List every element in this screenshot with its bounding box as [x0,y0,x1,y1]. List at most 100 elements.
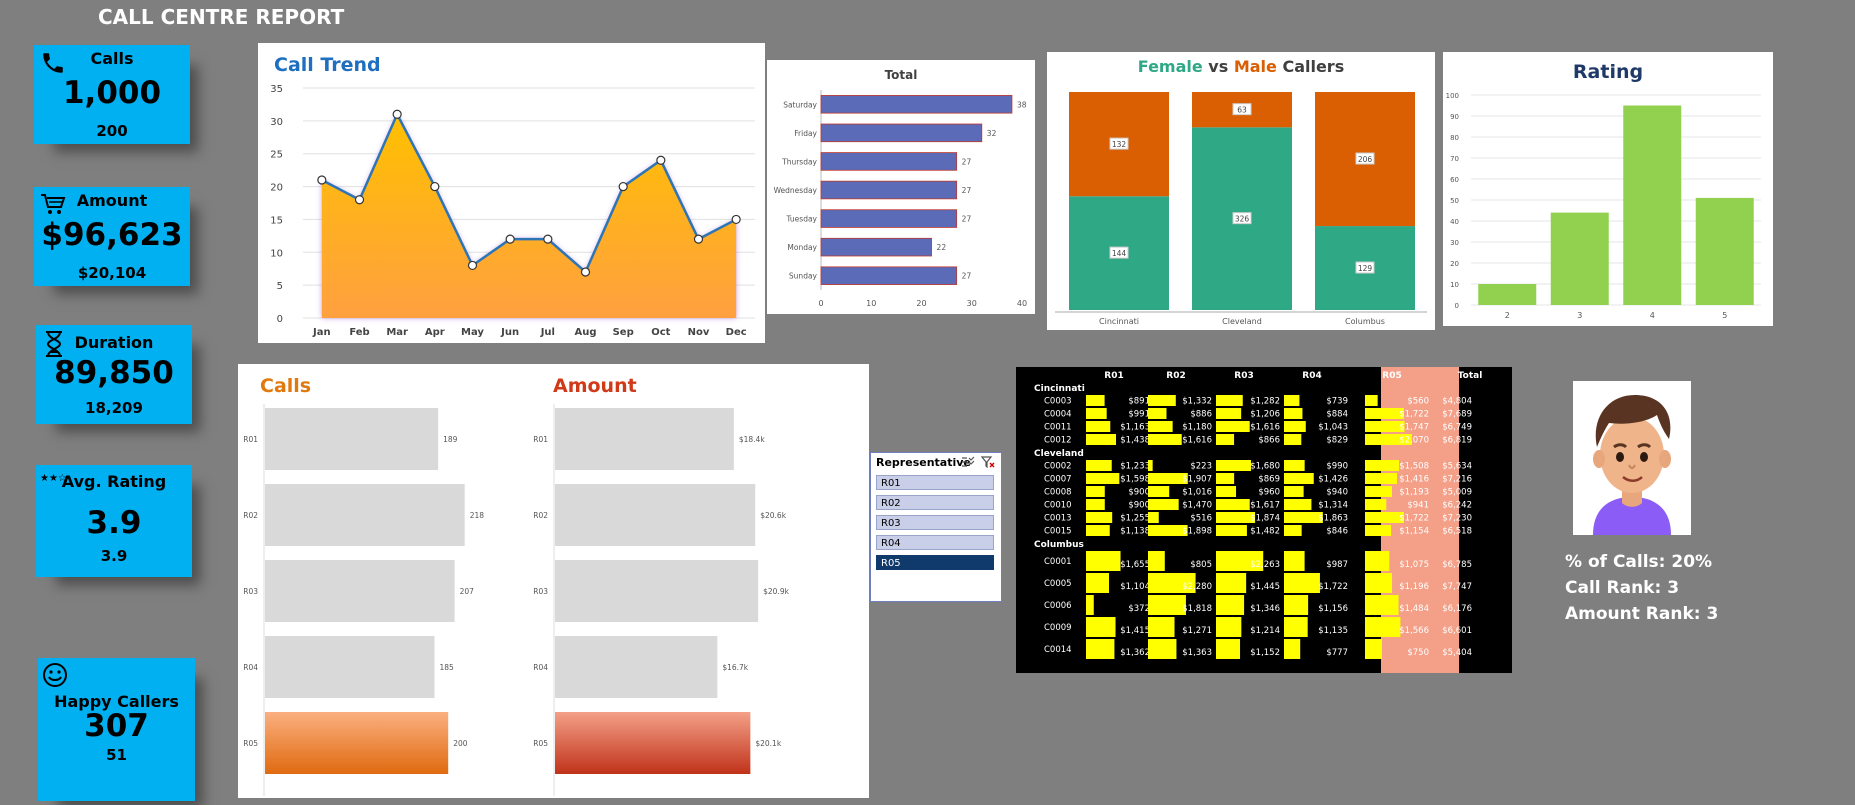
slicer-item-r05[interactable]: R05 [876,555,994,570]
pct-calls-text: % of Calls: 20% [1565,552,1713,572]
cell-value: $1,043 [1318,423,1348,433]
data-label: 27 [962,157,972,166]
y-tick-label: Thursday [781,157,817,166]
y-tick-label: Tuesday [785,215,817,224]
y-tick-label: 70 [1450,155,1459,163]
data-bar [1284,460,1305,471]
chart-title: Calls [260,375,311,397]
kpi-amount-label: Amount [76,191,148,210]
kpi-duration-value: 89,850 [54,355,174,391]
data-bar [1216,499,1250,510]
cell-value: $1,898 [1182,527,1212,537]
y-tick-label: 30 [1450,239,1459,247]
chart-title: Female vs Male Callers [1138,57,1344,76]
data-bar [1086,639,1115,659]
cell-value: $1,282 [1250,397,1280,407]
data-bar [1365,512,1404,523]
calls-data-label: 207 [460,587,475,596]
y-tick-label: 10 [270,248,283,259]
row-total: $7,747 [1442,582,1472,592]
column-header: R01 [1104,371,1123,381]
kpi-happy-value: 307 [84,708,149,744]
column-header: Total [1458,371,1483,381]
y-tick-label: 80 [1450,134,1459,142]
trend-point [693,234,704,244]
slicer-header: Representative [876,456,971,469]
data-bar [1086,434,1117,445]
cell-value: $1,566 [1399,626,1429,636]
cell-value: $1,156 [1318,604,1348,614]
rating-bar [1478,284,1537,305]
clear-filter-icon[interactable] [981,456,995,468]
chart-title: Total [885,68,918,82]
cell-value: $1,722 [1399,410,1429,420]
cell-value: $516 [1190,514,1212,524]
amount-data-label: $20.9k [763,587,789,596]
weekday-bar [820,95,1013,114]
multi-select-icon[interactable] [961,456,975,468]
data-bar [1148,617,1175,637]
data-bar [1216,639,1241,659]
data-bar [1086,460,1112,471]
column-header: R05 [1382,371,1401,381]
cell-value: $900 [1128,488,1150,498]
rep-bar [265,636,435,698]
kpi-happy-sub: 51 [106,746,127,764]
cell-value: $1,271 [1182,626,1212,636]
y-tick-label: R03 [533,587,548,596]
cell-value: $1,722 [1399,514,1429,524]
pivot-table: R01 R02 R03 R04 R05 Total Cincinnati C0003 $891 $… [1016,367,1512,673]
data-bar [1284,499,1312,510]
cell-value: $1,135 [1318,626,1348,636]
kpi-card-happy: Happy Callers 307 51 [38,658,195,801]
slicer-item-r04[interactable]: R04 [876,535,994,550]
amount-data-label: $20.6k [760,511,786,520]
cell-value: $1,470 [1182,501,1212,511]
avatar [1573,381,1691,535]
trend-point [618,181,628,192]
cell-value: $940 [1326,488,1348,498]
row-total: $5,404 [1442,648,1472,658]
cell-value: $1,016 [1182,488,1212,498]
row-total: $4,804 [1442,397,1472,407]
data-bar [1148,499,1179,510]
y-tick-label: 50 [1450,197,1459,205]
data-label: 27 [962,215,972,224]
slicer-item-r03[interactable]: R03 [876,515,994,530]
data-bar [1365,551,1390,571]
data-label: 22 [937,243,947,252]
column-header: R04 [1302,371,1321,381]
x-tick-label: Apr [425,327,445,338]
representative-slicer[interactable]: Representative R01 R02 R03 R04 R05 [870,452,1002,602]
data-bar [1216,434,1235,445]
weekday-bar [820,180,958,200]
column-header: R02 [1166,371,1185,381]
slicer-item-r01[interactable]: R01 [876,475,994,490]
cell-value: $1,863 [1318,514,1348,524]
kpi-calls-sub: 200 [96,122,128,140]
y-tick-label: 20 [270,183,283,194]
rep-bar [555,712,751,774]
x-tick-label: 2 [1505,311,1510,320]
cell-value: $1,818 [1182,604,1212,614]
data-bar [1148,421,1173,432]
data-bar [1148,639,1177,659]
x-tick-label: 3 [1577,311,1582,320]
rep-charts-panel: Calls R01 189 R02 218 R03 207 R04 185 R05 200 Amoun… [238,364,869,798]
rating-bar [1550,212,1609,305]
cell-value: $991 [1128,410,1150,420]
cell-value: $223 [1190,462,1212,472]
trend-point [317,175,327,185]
row-id: C0001 [1044,557,1072,567]
x-tick-label: Cincinnati [1099,317,1139,326]
cell-value: $1,193 [1399,488,1429,498]
data-bar [1086,486,1105,497]
row-id: C0011 [1044,423,1072,433]
data-bar [1216,473,1235,484]
slicer-item-r02[interactable]: R02 [876,495,994,510]
y-tick-label: 25 [270,150,283,161]
y-tick-label: 60 [1450,176,1459,184]
data-bar [1365,486,1392,497]
data-bar [1284,551,1305,571]
data-label: 27 [962,272,972,281]
